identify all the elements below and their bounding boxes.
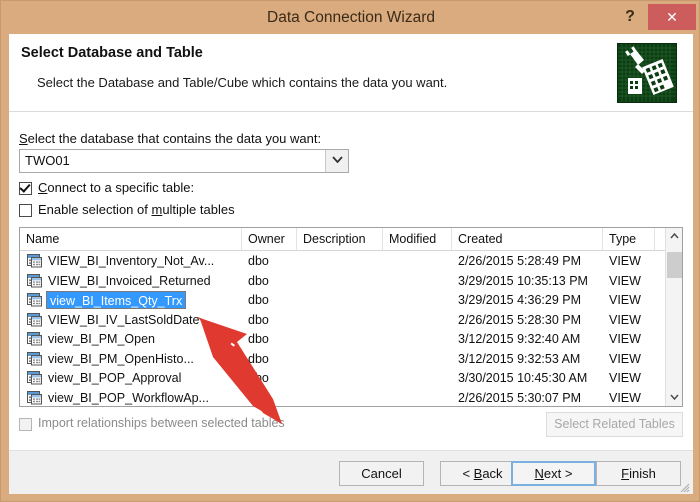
table-row-owner: dbo: [248, 293, 269, 307]
column-header-description[interactable]: Description: [297, 228, 383, 250]
table-row-owner: dbo: [248, 254, 269, 268]
table-row-type: VIEW: [609, 371, 641, 385]
table-list-header: Name Owner Description Modified Created …: [20, 228, 682, 251]
chevron-up-icon[interactable]: [666, 228, 682, 245]
enable-multiple-tables-label: Enable selection of multiple tables: [38, 202, 235, 217]
view-table-icon: [27, 254, 42, 268]
chevron-down-icon[interactable]: [666, 389, 682, 406]
table-row-type: VIEW: [609, 390, 641, 405]
next-button[interactable]: Next >: [511, 461, 596, 486]
table-row-created: 3/30/2015 10:45:30 AM: [458, 371, 588, 385]
column-header-filler: [655, 228, 665, 250]
table-row-created: 2/26/2015 5:28:49 PM: [458, 254, 582, 268]
view-table-icon: [27, 371, 42, 385]
wizard-body: Select the database that contains the da…: [9, 112, 693, 450]
table-row-type: VIEW: [609, 273, 641, 288]
table-row[interactable]: view_BI_PM_Open dbo 3/12/2015 9:32:40 AM VI…: [20, 329, 665, 349]
table-row-owner: dbo: [248, 351, 269, 366]
table-row[interactable]: view_BI_POP_Approval dbo 3/30/2015 10:45:3…: [20, 368, 665, 388]
table-row-owner: dbo: [248, 371, 269, 385]
table-row-type: VIEW: [609, 293, 641, 307]
table-row[interactable]: view_BI_PM_OpenHisto... dbo 3/12/2015 9:32…: [20, 349, 665, 369]
table-row-name: VIEW_BI_Invoiced_Returned: [48, 273, 211, 288]
page-title: Select Database and Table: [21, 45, 203, 61]
database-combobox[interactable]: TWO01: [19, 149, 349, 173]
view-table-icon: [27, 273, 42, 288]
table-row-created: 3/12/2015 9:32:40 AM: [458, 332, 581, 346]
table-row[interactable]: VIEW_BI_IV_LastSoldDate dbo 2/26/2015 5:28…: [20, 310, 665, 330]
table-row-type: VIEW: [609, 332, 641, 346]
cancel-button[interactable]: Cancel: [339, 461, 424, 486]
table-row[interactable]: VIEW_BI_Invoiced_Returned dbo 3/29/2015 10…: [20, 271, 665, 291]
window-title: Data Connection Wizard: [267, 9, 435, 26]
finish-button[interactable]: Finish: [596, 461, 681, 486]
table-row-type: VIEW: [609, 351, 641, 366]
database-select-label-text: elect the database that contains the dat…: [27, 131, 322, 146]
view-table-icon: [27, 332, 42, 346]
table-row-owner: dbo: [248, 312, 269, 327]
table-row[interactable]: view_BI_POP_WorkflowAp... dbo 2/26/2015 5:…: [20, 388, 665, 407]
view-table-icon: [27, 293, 42, 307]
close-button[interactable]: ✕: [648, 4, 696, 30]
select-related-tables-button: Select Related Tables: [546, 412, 683, 437]
table-list-scrollbar[interactable]: [665, 228, 682, 406]
connect-specific-table-checkbox[interactable]: [19, 182, 32, 195]
table-row-created: 3/29/2015 4:36:29 PM: [458, 293, 582, 307]
database-select-label: Select the database that contains the da…: [19, 131, 322, 146]
table-row-name: view_BI_POP_Approval: [48, 371, 182, 385]
table-row-name: view_BI_PM_OpenHisto...: [48, 351, 194, 366]
table-row-created: 2/26/2015 5:30:07 PM: [458, 390, 582, 405]
wizard-button-bar: Cancel < Back Next > Finish: [9, 450, 693, 494]
import-relationships-label: Import relationships between selected ta…: [38, 416, 285, 430]
column-header-modified[interactable]: Modified: [383, 228, 452, 250]
table-row-name: view_BI_Items_Qty_Trx: [46, 291, 187, 309]
table-row-owner: dbo: [248, 390, 269, 405]
table-listbox[interactable]: Name Owner Description Modified Created …: [19, 227, 683, 407]
view-table-icon: [27, 312, 42, 327]
column-header-name[interactable]: Name: [20, 228, 242, 250]
table-row-created: 3/29/2015 10:35:13 PM: [458, 273, 588, 288]
table-row-owner: dbo: [248, 332, 269, 346]
table-list-rows: VIEW_BI_Inventory_Not_Av... dbo 2/26/2015 …: [20, 251, 665, 407]
table-row-type: VIEW: [609, 254, 641, 268]
column-header-created[interactable]: Created: [452, 228, 603, 250]
help-button[interactable]: ?: [617, 3, 643, 31]
view-table-icon: [27, 390, 42, 405]
enable-multiple-tables-checkbox[interactable]: [19, 204, 32, 217]
column-header-owner[interactable]: Owner: [242, 228, 297, 250]
titlebar: Data Connection Wizard ? ✕: [1, 1, 699, 34]
page-subtitle: Select the Database and Table/Cube which…: [37, 75, 448, 90]
table-row[interactable]: view_BI_Items_Qty_Trx dbo 3/29/2015 4:36:2…: [20, 290, 665, 310]
table-row-name: view_BI_PM_Open: [48, 332, 156, 346]
table-row[interactable]: VIEW_BI_Inventory_Not_Av... dbo 2/26/2015 …: [20, 251, 665, 271]
view-table-icon: [27, 351, 42, 366]
table-row-owner: dbo: [248, 273, 269, 288]
wizard-header: Select Database and Table Select the Dat…: [9, 34, 693, 112]
data-connection-wizard-window: Data Connection Wizard ? ✕ Select Databa…: [0, 0, 700, 502]
table-row-name: view_BI_POP_WorkflowAp...: [48, 390, 209, 405]
table-row-name: VIEW_BI_IV_LastSoldDate: [48, 312, 200, 327]
table-row-type: VIEW: [609, 312, 641, 327]
connect-specific-table-label: Connect to a specific table:: [38, 180, 195, 195]
column-header-type[interactable]: Type: [603, 228, 655, 250]
table-row-created: 2/26/2015 5:28:30 PM: [458, 312, 582, 327]
import-relationships-checkbox: [19, 418, 32, 431]
scrollbar-thumb[interactable]: [667, 252, 682, 278]
resize-grip-icon[interactable]: [678, 480, 690, 493]
database-connection-icon-glyph: [618, 44, 676, 102]
database-combobox-value: TWO01: [25, 153, 70, 168]
table-row-created: 3/12/2015 9:32:53 AM: [458, 351, 581, 366]
table-row-name: VIEW_BI_Inventory_Not_Av...: [48, 254, 215, 268]
database-connection-icon: [617, 43, 677, 103]
chevron-down-icon[interactable]: [325, 150, 348, 172]
